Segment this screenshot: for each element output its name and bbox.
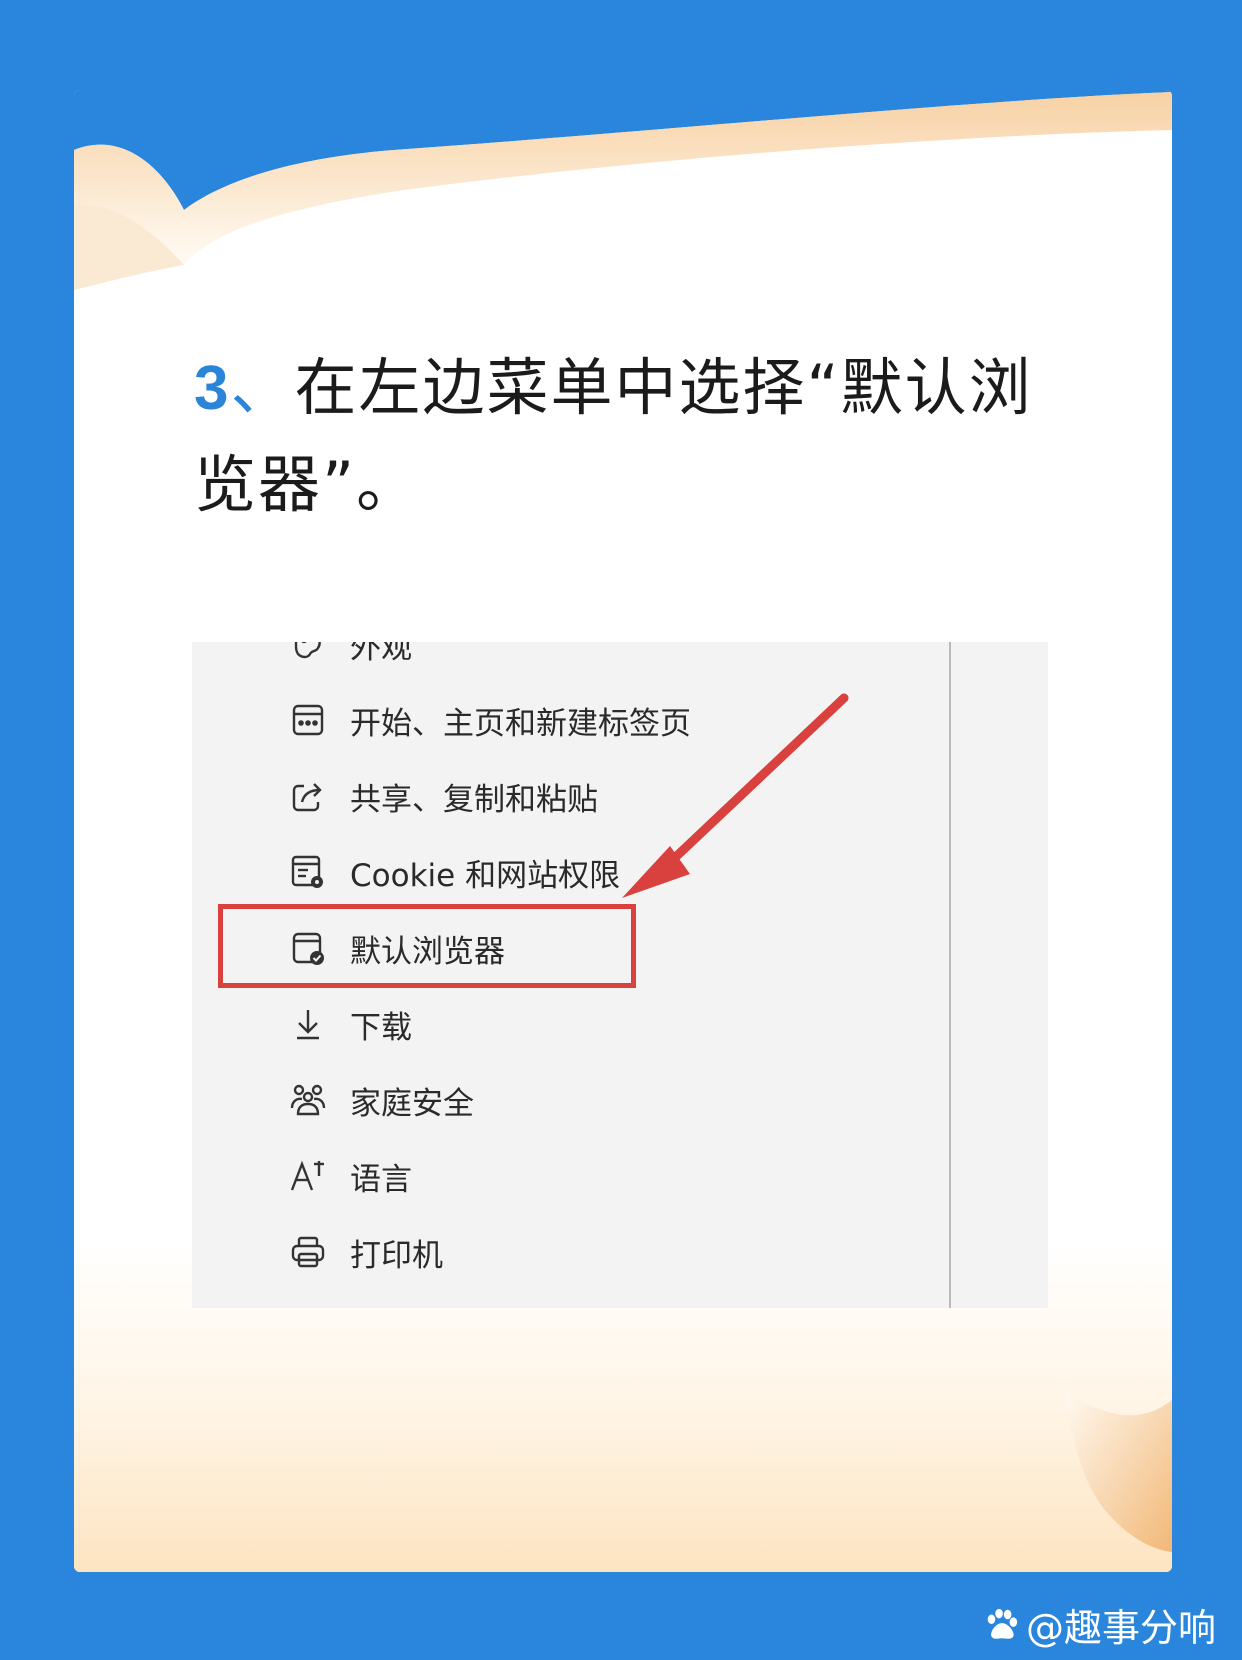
watermark-text: @趣事分响 bbox=[1025, 1606, 1216, 1650]
baidu-paw-icon bbox=[987, 1608, 1018, 1639]
step-text: 在左边菜单中选择“默认浏览器”。 bbox=[194, 351, 1033, 521]
paper-card: 3、在左边菜单中选择“默认浏览器”。 外观 开始、主页和新建标签页 共享、复制和… bbox=[74, 90, 1172, 1572]
watermark: @趣事分响 bbox=[982, 1597, 1216, 1652]
settings-screenshot: 外观 开始、主页和新建标签页 共享、复制和粘贴 Cookie 和网站权限 默认浏… bbox=[192, 642, 1048, 1308]
step-number: 3 bbox=[194, 354, 231, 423]
step-separator: 、 bbox=[230, 351, 295, 424]
step-heading: 3、在左边菜单中选择“默认浏览器”。 bbox=[194, 340, 1054, 533]
pointer-arrow bbox=[622, 693, 849, 898]
